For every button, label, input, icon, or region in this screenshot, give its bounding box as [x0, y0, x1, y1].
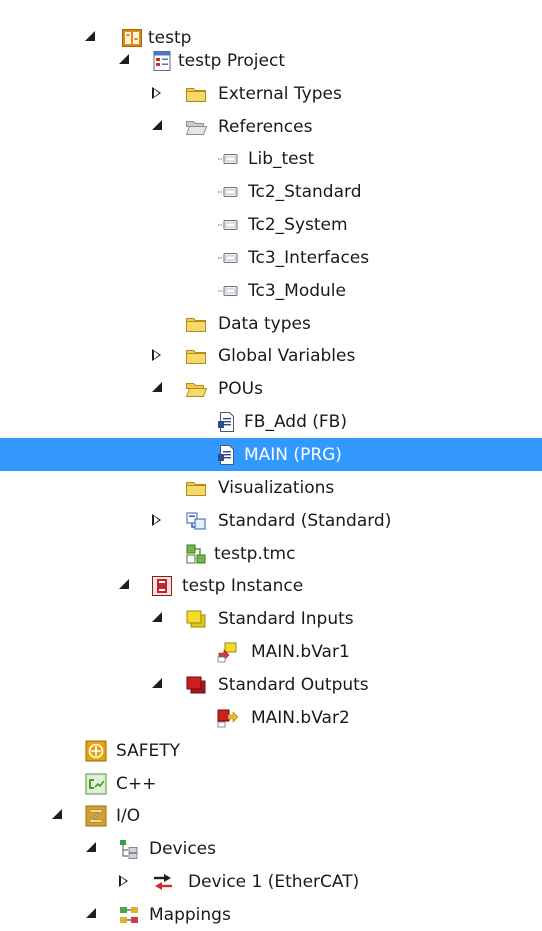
tree-item-label: Tc3_Module	[248, 281, 346, 301]
tree-item-label: Devices	[149, 839, 216, 859]
collapse-toggle[interactable]	[152, 349, 161, 361]
tree-item-label: testp Project	[178, 51, 286, 71]
tree-item-label: Visualizations	[218, 478, 335, 498]
tree-item-main-bvar1[interactable]: MAIN.bVar1	[0, 635, 542, 668]
pou-document-icon	[216, 444, 238, 466]
library-reference-icon	[217, 148, 239, 170]
folder-open-icon	[185, 378, 207, 400]
solution-explorer-tree: testp testp Project External Types Refer…	[0, 0, 542, 925]
tree-item-label: Tc2_System	[248, 215, 348, 235]
tree-item-main-bvar2[interactable]: MAIN.bVar2	[0, 701, 542, 734]
pou-document-icon	[216, 411, 238, 433]
folder-icon	[185, 83, 207, 105]
tree-item-label: FB_Add (FB)	[244, 412, 347, 432]
expand-toggle[interactable]	[85, 31, 95, 41]
tree-item-devices[interactable]: Devices	[0, 832, 542, 865]
tree-item-mappings[interactable]: Mappings	[0, 898, 542, 931]
tree-item-visualizations[interactable]: Visualizations	[0, 471, 542, 504]
tree-item-tc3-interfaces[interactable]: Tc3_Interfaces	[0, 241, 542, 274]
expand-toggle[interactable]	[152, 678, 162, 688]
tree-item-label: C++	[116, 774, 157, 794]
tree-item-device-1-ethercat[interactable]: Device 1 (EtherCAT)	[0, 865, 542, 898]
tree-item-label: Device 1 (EtherCAT)	[188, 872, 360, 892]
tree-item-label: SAFETY	[116, 741, 181, 761]
task-reference-icon	[185, 510, 207, 532]
tree-item-label: MAIN.bVar1	[251, 642, 350, 662]
library-reference-icon	[217, 280, 239, 302]
outputs-icon	[185, 674, 207, 696]
tree-item-data-types[interactable]: Data types	[0, 307, 542, 340]
expand-toggle[interactable]	[152, 120, 162, 130]
tree-item-main-prg[interactable]: MAIN (PRG)	[0, 438, 542, 471]
tree-item-label: References	[218, 117, 313, 137]
expand-toggle[interactable]	[86, 908, 96, 918]
tree-item-label: Tc3_Interfaces	[248, 248, 370, 268]
tree-item-label: Lib_test	[248, 149, 315, 169]
folder-icon	[185, 313, 207, 335]
tree-item-label: Standard (Standard)	[218, 511, 392, 531]
tree-item-global-variables[interactable]: Global Variables	[0, 339, 542, 372]
collapse-toggle[interactable]	[152, 514, 161, 526]
ethercat-device-icon	[152, 871, 174, 893]
library-reference-icon	[217, 181, 239, 203]
expand-toggle[interactable]	[152, 612, 162, 622]
tree-item-label: Mappings	[149, 905, 231, 925]
folder-icon	[185, 345, 207, 367]
tree-item-cpp[interactable]: C++	[0, 767, 542, 800]
tree-item-label: External Types	[218, 84, 342, 104]
tree-item-label: Tc2_Standard	[248, 182, 362, 202]
input-variable-icon	[216, 641, 238, 663]
mappings-icon	[118, 904, 140, 926]
plc-instance-icon	[151, 575, 173, 597]
inputs-icon	[185, 608, 207, 630]
expand-toggle[interactable]	[119, 54, 129, 64]
expand-toggle[interactable]	[86, 842, 96, 852]
tree-item-label: POUs	[218, 379, 263, 399]
cpp-icon	[85, 773, 107, 795]
tree-item-testp-instance[interactable]: testp Instance	[0, 569, 542, 602]
tree-item-standard-outputs[interactable]: Standard Outputs	[0, 668, 542, 701]
tree-item-label: MAIN.bVar2	[251, 708, 350, 728]
tree-item-tc2-standard[interactable]: Tc2_Standard	[0, 175, 542, 208]
expand-toggle[interactable]	[52, 809, 62, 819]
tree-item-label: testp Instance	[182, 576, 304, 596]
tree-item-references[interactable]: References	[0, 110, 542, 143]
tree-item-label: Global Variables	[218, 346, 356, 366]
io-icon	[85, 805, 107, 827]
tree-item-standard-inputs[interactable]: Standard Inputs	[0, 602, 542, 635]
tree-item-testp-tmc[interactable]: testp.tmc	[0, 537, 542, 570]
collapse-toggle[interactable]	[119, 875, 128, 887]
tree-item-label: Data types	[218, 314, 311, 334]
tree-item-label: testp.tmc	[214, 544, 296, 564]
tree-item-label: MAIN (PRG)	[244, 445, 342, 465]
library-reference-icon	[217, 247, 239, 269]
tree-item-external-types[interactable]: External Types	[0, 77, 542, 110]
tree-item-tc2-system[interactable]: Tc2_System	[0, 208, 542, 241]
tree-item-safety[interactable]: SAFETY	[0, 734, 542, 767]
tree-item-label: Standard Inputs	[218, 609, 354, 629]
tmc-file-icon	[185, 543, 207, 565]
tree-item-label: I/O	[116, 806, 141, 826]
tree-item-lib-test[interactable]: Lib_test	[0, 142, 542, 175]
tree-item-fb-add[interactable]: FB_Add (FB)	[0, 405, 542, 438]
tree-item-standard-task[interactable]: Standard (Standard)	[0, 504, 542, 537]
devices-icon	[118, 838, 140, 860]
collapse-toggle[interactable]	[152, 87, 161, 99]
tree-item-tc3-module[interactable]: Tc3_Module	[0, 274, 542, 307]
folder-open-gray-icon	[185, 116, 207, 138]
tree-item-io[interactable]: I/O	[0, 799, 542, 832]
library-reference-icon	[217, 214, 239, 236]
expand-toggle[interactable]	[119, 579, 129, 589]
tree-item-label: Standard Outputs	[218, 675, 369, 695]
output-variable-icon	[216, 707, 238, 729]
folder-icon	[185, 477, 207, 499]
tree-item-pous[interactable]: POUs	[0, 372, 542, 405]
tree-item-testp-project[interactable]: testp Project	[0, 44, 542, 77]
expand-toggle[interactable]	[152, 382, 162, 392]
safety-icon	[85, 740, 107, 762]
plc-project-file-icon	[151, 50, 173, 72]
